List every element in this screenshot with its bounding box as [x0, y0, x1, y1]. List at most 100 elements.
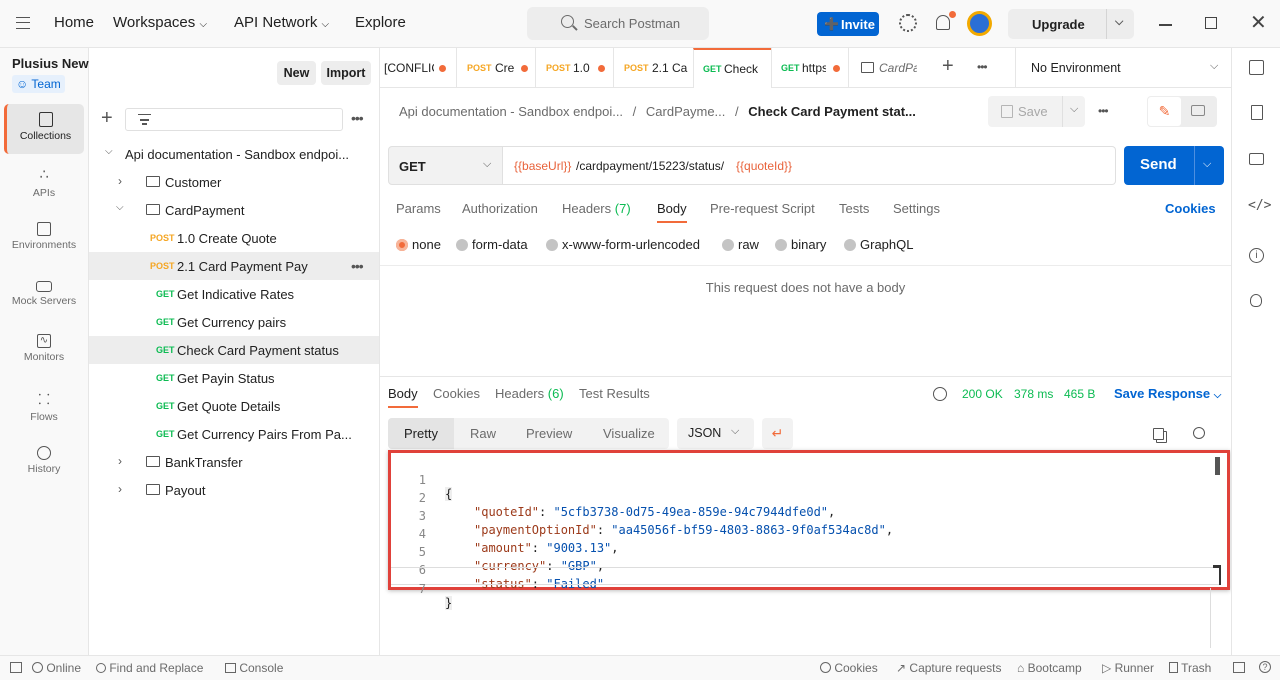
view-pretty[interactable]: Pretty [388, 418, 454, 449]
comment-icon[interactable] [1191, 105, 1205, 116]
rail-flows[interactable]: ⸬ Flows [4, 384, 84, 434]
more-options-icon[interactable]: ••• [351, 110, 364, 126]
copy-icon[interactable] [1153, 428, 1164, 440]
method-select[interactable]: GET ⌵ [388, 146, 503, 185]
documentation-icon[interactable] [1251, 105, 1263, 120]
tab-headers[interactable]: Headers (7) [562, 201, 631, 216]
info-icon[interactable]: i [1249, 248, 1264, 263]
tree-request-item[interactable]: GET Get Indicative Rates [89, 280, 379, 308]
filter-box[interactable] [125, 108, 343, 131]
bell-icon[interactable] [936, 15, 950, 30]
format-select[interactable]: JSON ⌵ [677, 418, 754, 449]
rail-environments[interactable]: Environments [4, 216, 84, 266]
tab-tests[interactable]: Tests [839, 201, 869, 216]
edit-pencil-icon[interactable]: ✎ [1148, 97, 1181, 126]
comments-icon[interactable] [1249, 153, 1264, 165]
cookies-button[interactable]: Cookies [820, 661, 878, 675]
search-icon[interactable] [1193, 427, 1205, 439]
workspaces-menu[interactable]: Workspaces ⌵ [113, 14, 207, 31]
request-tab[interactable]: POST Cre [456, 48, 535, 88]
maximize-icon[interactable] [1205, 17, 1217, 29]
radio-raw[interactable]: raw [722, 237, 759, 252]
request-tab[interactable]: POST 2.1 Ca [613, 48, 693, 88]
trash-button[interactable]: Trash [1169, 661, 1211, 675]
tree-request-item[interactable]: GET Get Currency pairs [89, 308, 379, 336]
code-snippet-icon[interactable]: </> [1248, 198, 1271, 213]
tree-request-item[interactable]: POST 1.0 Create Quote [89, 224, 379, 252]
minimize-icon[interactable] [1159, 24, 1172, 26]
response-tab-body[interactable]: Body [388, 386, 418, 408]
url-input[interactable]: {{baseUrl}} /cardpayment/15223/status/ {… [503, 146, 1116, 185]
rail-apis[interactable]: ∴ APIs [4, 160, 84, 210]
toggle-sidebar-icon[interactable] [10, 662, 22, 673]
radio-binary[interactable]: binary [775, 237, 826, 252]
chevron-down-icon[interactable]: ⌵ [1070, 103, 1078, 116]
invite-button[interactable]: ➕ Invite [817, 12, 879, 36]
home-link[interactable]: Home [54, 14, 94, 31]
tab-params[interactable]: Params [396, 201, 441, 216]
response-tab-cookies[interactable]: Cookies [433, 386, 480, 401]
more-options-icon[interactable]: ••• [351, 258, 364, 274]
team-badge[interactable]: ☺ Team [12, 75, 65, 93]
view-visualize[interactable]: Visualize [603, 426, 655, 441]
tree-request-item[interactable]: GET Get Payin Status [89, 364, 379, 392]
online-status[interactable]: Online [32, 661, 81, 675]
view-raw[interactable]: Raw [470, 426, 496, 441]
response-tab-tests[interactable]: Test Results [579, 386, 650, 401]
search-box[interactable]: Search Postman [527, 7, 709, 40]
runner-button[interactable]: ▷ Runner [1102, 661, 1154, 675]
response-tab-headers[interactable]: Headers (6) [495, 386, 564, 401]
tab-prerequest[interactable]: Pre-request Script [710, 201, 815, 216]
response-code-editor[interactable]: 1 { 2 "quoteId": "5cfb3738-0d75-49ea-859… [391, 453, 1227, 610]
view-preview[interactable]: Preview [526, 426, 572, 441]
edit-docs-toggle[interactable]: ✎ [1147, 96, 1217, 127]
capture-requests-button[interactable]: ↗ Capture requests [896, 661, 1001, 675]
console-button[interactable]: Console [225, 661, 283, 675]
environment-select[interactable]: No Environment ⌵ [1015, 48, 1231, 88]
lightbulb-icon[interactable] [1250, 294, 1262, 307]
avatar[interactable] [967, 11, 992, 36]
request-tab[interactable]: POST 1.0 [535, 48, 613, 88]
radio-form-data[interactable]: form-data [456, 237, 528, 252]
breadcrumb-collection[interactable]: Api documentation - Sandbox endpoi... [399, 104, 623, 119]
request-tab[interactable]: CardPa [848, 48, 928, 88]
two-pane-icon[interactable] [1233, 662, 1245, 673]
import-button[interactable]: Import [321, 61, 371, 85]
rail-monitors[interactable]: ∿ Monitors [4, 328, 84, 378]
tab-settings[interactable]: Settings [893, 201, 940, 216]
save-response-button[interactable]: Save Response ⌵ [1114, 386, 1221, 401]
tree-folder-customer[interactable]: › Customer [89, 168, 379, 196]
wrap-lines-icon[interactable]: ↵ [762, 418, 793, 449]
find-replace-button[interactable]: Find and Replace [96, 661, 203, 675]
new-tab-icon[interactable]: + [942, 55, 954, 78]
tree-folder-banktransfer[interactable]: › BankTransfer [89, 448, 379, 476]
bootcamp-button[interactable]: ⌂ Bootcamp [1017, 661, 1082, 675]
tree-folder-cardpayment[interactable]: ⌵ CardPayment [89, 196, 379, 224]
new-button[interactable]: New [277, 61, 316, 85]
tree-request-item[interactable]: GET Get Quote Details [89, 392, 379, 420]
tab-authorization[interactable]: Authorization [462, 201, 538, 216]
rail-history[interactable]: History [4, 440, 84, 490]
radio-urlencoded[interactable]: x-www-form-urlencoded [546, 237, 700, 252]
chevron-down-icon[interactable]: ⌵ [1115, 16, 1123, 29]
request-tab-active[interactable]: GET Check [693, 48, 771, 88]
breadcrumb-folder[interactable]: CardPayme... [646, 104, 725, 119]
tree-collection[interactable]: ⌵ Api documentation - Sandbox endpoi... [89, 140, 379, 168]
rail-mock-servers[interactable]: Mock Servers [4, 272, 84, 322]
workspace-name[interactable]: Plusius New [12, 56, 89, 71]
settings-gear-icon[interactable] [899, 14, 917, 32]
tab-body[interactable]: Body [657, 201, 687, 223]
close-icon[interactable]: ✕ [1250, 11, 1267, 35]
api-network-menu[interactable]: API Network ⌵ [234, 14, 329, 31]
tree-folder-payout[interactable]: › Payout [89, 476, 379, 504]
rail-collections[interactable]: Collections [4, 104, 84, 154]
environment-quick-look-icon[interactable] [1249, 60, 1264, 75]
send-button[interactable]: Send ⌵ [1124, 146, 1224, 185]
request-tab[interactable]: [CONFLICT] [384, 48, 456, 88]
radio-graphql[interactable]: GraphQL [844, 237, 913, 252]
chevron-down-icon[interactable]: ⌵ [1203, 158, 1211, 171]
more-options-icon[interactable]: ••• [1098, 104, 1109, 118]
upgrade-button[interactable]: Upgrade ⌵ [1008, 9, 1134, 39]
tree-request-item[interactable]: GET Get Currency Pairs From Pa... [89, 420, 379, 448]
menu-icon[interactable] [16, 17, 30, 29]
